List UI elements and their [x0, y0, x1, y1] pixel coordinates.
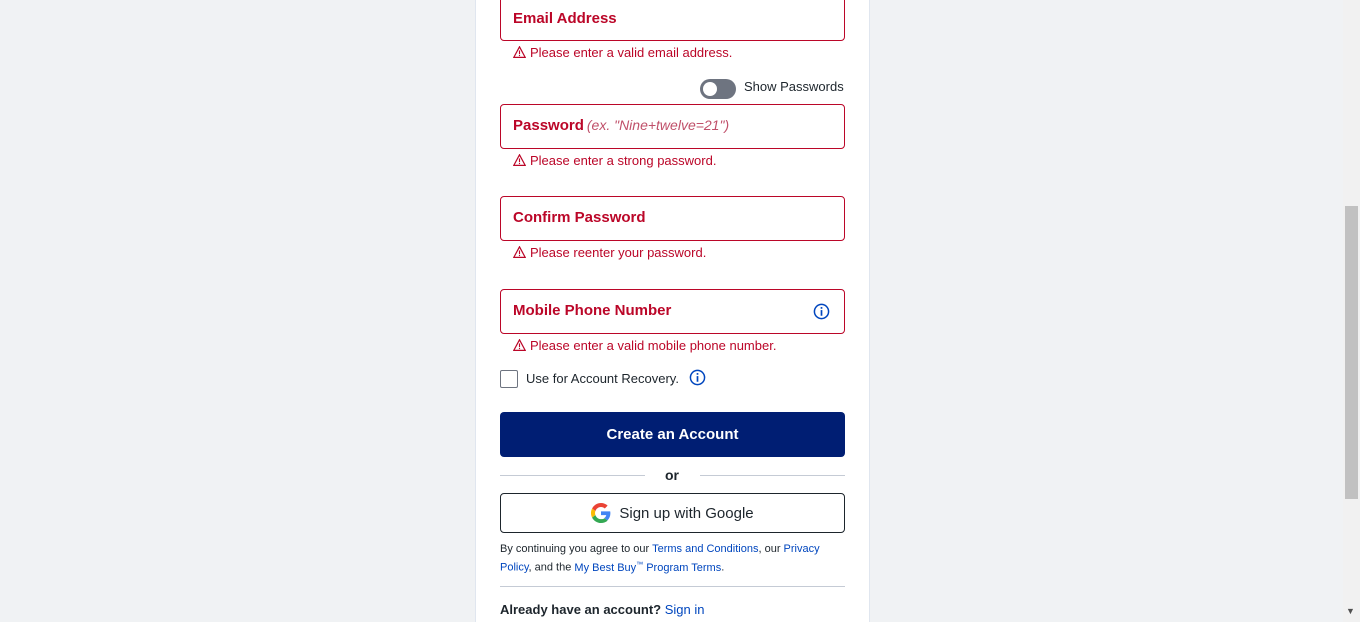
toggle-knob — [703, 82, 717, 96]
info-icon[interactable] — [689, 369, 706, 386]
password-field[interactable]: Password (ex. "Nine+twelve=21") — [500, 104, 845, 149]
warning-icon — [513, 246, 526, 258]
create-account-button[interactable]: Create an Account — [500, 412, 845, 457]
scrollbar-thumb[interactable] — [1345, 206, 1358, 499]
already-have-account: Already have an account? Sign in — [500, 602, 705, 617]
password-hint: (ex. "Nine+twelve=21") — [586, 117, 730, 133]
footer-divider — [500, 586, 845, 587]
confirm-password-error-text: Please reenter your password. — [530, 245, 707, 260]
google-button-label: Sign up with Google — [619, 504, 754, 522]
sign-in-link[interactable]: Sign in — [665, 602, 705, 617]
terms-link[interactable]: Terms and Conditions — [652, 543, 758, 555]
scroll-down-arrow-icon[interactable]: ▼ — [1346, 606, 1355, 616]
account-recovery-checkbox[interactable] — [500, 370, 518, 388]
email-error: Please enter a valid email address. — [513, 45, 732, 60]
mobile-phone-field[interactable]: Mobile Phone Number — [500, 289, 845, 334]
program-terms-link[interactable]: My Best Buy™ Program Terms — [574, 561, 722, 574]
show-passwords-toggle[interactable] — [700, 79, 736, 99]
mybestbuy-text: My Best Buy — [574, 561, 637, 574]
warning-icon — [513, 154, 526, 166]
warning-icon — [513, 339, 526, 351]
password-error-text: Please enter a strong password. — [530, 153, 717, 168]
confirm-password-error: Please reenter your password. — [513, 245, 706, 260]
google-signup-button[interactable]: Sign up with Google — [500, 493, 845, 533]
google-icon — [591, 503, 611, 523]
warning-icon — [513, 46, 526, 58]
email-error-text: Please enter a valid email address. — [530, 45, 733, 60]
mobile-phone-error-text: Please enter a valid mobile phone number… — [530, 338, 777, 353]
or-separator: or — [665, 467, 679, 483]
legal-suffix: . — [721, 561, 725, 574]
mobile-phone-error: Please enter a valid mobile phone number… — [513, 338, 776, 353]
password-error: Please enter a strong password. — [513, 153, 716, 168]
email-field[interactable]: Email Address — [500, 0, 845, 41]
confirm-password-field[interactable]: Confirm Password — [500, 196, 845, 241]
legal-prefix: By continuing you agree to our — [500, 543, 653, 555]
legal-mid1: , our — [758, 543, 784, 555]
info-icon[interactable] — [813, 303, 830, 320]
divider-left — [500, 475, 645, 476]
legal-mid2: , and the — [528, 561, 575, 574]
password-field-label: Password (ex. "Nine+twelve=21") — [513, 117, 729, 134]
password-label-text: Password — [513, 117, 584, 134]
mobile-phone-label: Mobile Phone Number — [513, 302, 672, 319]
divider-right — [700, 475, 845, 476]
confirm-password-label: Confirm Password — [513, 209, 646, 226]
email-field-label: Email Address — [513, 10, 617, 27]
show-passwords-label: Show Passwords — [744, 79, 844, 94]
account-recovery-label: Use for Account Recovery. — [526, 371, 679, 386]
program-terms-text: Program Terms — [643, 561, 722, 574]
legal-text: By continuing you agree to our Terms and… — [500, 542, 848, 576]
already-text: Already have an account? — [500, 602, 662, 617]
